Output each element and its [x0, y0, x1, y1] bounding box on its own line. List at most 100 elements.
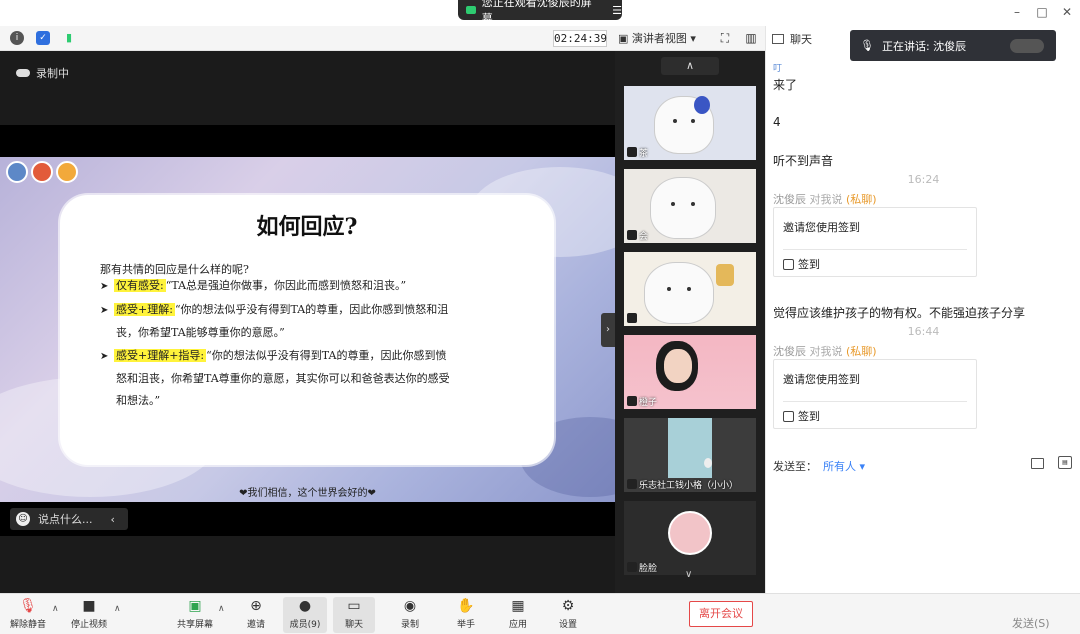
minimize-button[interactable]: – — [1008, 4, 1026, 20]
headphone-icon — [694, 96, 710, 114]
chevron-up-icon[interactable]: ∧ — [52, 604, 59, 614]
settings-button[interactable]: ⚙ 设置 — [550, 597, 586, 633]
active-speaker-toast: 🎙 正在讲话: 沈俊辰 — [850, 30, 1056, 61]
chat-message: 听不到声音 — [773, 154, 834, 168]
gear-icon: ⚙ — [561, 598, 575, 614]
quick-chat-placeholder: 说点什么... — [38, 513, 93, 526]
raise-hand-button[interactable]: ✋ 举手 — [448, 597, 484, 633]
add-user-icon: ⊕ — [250, 598, 262, 614]
muted-mic-icon — [627, 396, 637, 406]
sender-name: 沈俊辰 — [773, 193, 806, 206]
participant-tile[interactable]: 橙子 — [624, 335, 756, 409]
meeting-toolbar: 🎙 解除静音 ∧ ■ 停止视频 ∧ ▣ 共享屏幕 ∧ ⊕ 邀请 ● 成员(9) … — [0, 593, 1080, 634]
checkin-button[interactable]: 签到 — [783, 256, 820, 272]
fullscreen-icon[interactable]: ⛶ — [718, 31, 732, 45]
org-logo-2 — [31, 161, 53, 183]
chat-input[interactable] — [766, 478, 1080, 593]
muted-mic-icon — [627, 479, 637, 489]
chevron-up-icon[interactable]: ∧ — [114, 604, 121, 614]
participant-tile[interactable]: 乐志社工钱小格（小小） — [624, 418, 756, 492]
checkin-invite-card[interactable]: 邀请您使用签到 签到 — [773, 207, 977, 277]
bullet-text-cont: 丧，你希望TA能够尊重你的意愿。” — [116, 326, 285, 339]
signal-icon[interactable]: ▮ — [62, 31, 76, 45]
unmute-label: 解除静音 — [9, 620, 46, 630]
participant-tile[interactable]: 脸脸 — [624, 501, 756, 575]
participant-tile[interactable] — [624, 252, 756, 326]
sender-name: 沈俊辰 — [773, 345, 806, 358]
unmute-button[interactable]: 🎙 解除静音 — [6, 597, 50, 633]
stop-video-label: 停止视频 — [70, 620, 107, 630]
apps-label: 应用 — [508, 620, 527, 630]
close-button[interactable]: ✕ — [1058, 4, 1076, 20]
bunny-avatar — [644, 262, 714, 324]
gallery-scroll-down-icon[interactable]: ∨ — [685, 569, 692, 580]
gallery-scroll-up-button[interactable]: ∧ — [661, 57, 719, 75]
calendar-icon — [783, 258, 794, 270]
private-label: (私聊) — [846, 193, 877, 206]
slide-footer: ❤我们相信，这个世界会好的❤ — [239, 488, 376, 499]
share-screen-icon: ▣ — [188, 598, 202, 614]
view-mode-label: 演讲者视图 — [631, 32, 687, 45]
participant-tile[interactable]: 会 — [624, 169, 756, 243]
slide-bullet: ➤ 感受+理解+指导: “你的想法似乎没有得到TA的尊重，因此你感到愤 怒和沮丧，你… — [100, 345, 520, 412]
sidebar-toggle-icon[interactable]: ▥ — [744, 31, 758, 45]
chat-icon: ▭ — [347, 598, 361, 614]
main-video-stage: 录制中 如何回应? 那有共情的回应是什么样的呢? ➤ 仅有感受: “TA总是强迫你做… — [0, 51, 615, 593]
card-divider — [783, 401, 967, 402]
chat-timestamp: 16:24 — [907, 173, 940, 186]
checkin-button[interactable]: 签到 — [783, 408, 820, 424]
recipient-dropdown[interactable]: 所有人 ▾ — [823, 458, 865, 474]
send-to-label: 发送至： — [773, 460, 817, 473]
chevron-up-icon[interactable]: ∧ — [218, 604, 225, 614]
members-button[interactable]: ● 成员(9) — [283, 597, 327, 633]
quick-chat-input[interactable]: ☺ 说点什么... ‹ — [10, 508, 128, 530]
calendar-icon — [783, 410, 794, 422]
chat-message: 觉得应该维护孩子的物有权。不能强迫孩子分享 — [773, 306, 1026, 320]
participant-face — [664, 349, 692, 383]
view-mode-dropdown[interactable]: ▣ 演讲者视图 ▾ — [618, 30, 706, 47]
chat-label: 聊天 — [344, 620, 363, 630]
apps-icon: ▦ — [511, 598, 525, 614]
send-button[interactable]: 发送(S) — [1012, 615, 1050, 631]
screen-share-text: 您正在观看沈俊辰的屏幕 — [481, 0, 592, 25]
share-screen-label: 共享屏幕 — [176, 620, 213, 630]
file-icon[interactable] — [1031, 458, 1044, 469]
invite-button[interactable]: ⊕ 邀请 — [238, 597, 274, 633]
record-button[interactable]: ◉ 录制 — [392, 597, 428, 633]
participant-name: 乐志社工钱小格（小小） — [639, 481, 739, 491]
shield-icon[interactable]: ✓ — [36, 31, 50, 45]
leave-meeting-button[interactable]: 离开会议 — [689, 601, 753, 627]
collapse-gallery-handle[interactable]: › — [601, 313, 615, 347]
chat-message: 4 — [773, 115, 781, 129]
info-icon[interactable]: i — [10, 31, 24, 45]
members-icon: ● — [298, 598, 312, 614]
menu-icon[interactable]: ☰ — [612, 4, 622, 17]
arrow-icon: ➤ — [100, 351, 109, 362]
chevron-left-icon[interactable]: ‹ — [111, 513, 115, 526]
screen-share-notice[interactable]: 您正在观看沈俊辰的屏幕 ☰ — [458, 0, 622, 25]
stop-video-button[interactable]: ■ 停止视频 — [66, 597, 112, 633]
chat-title: 聊天 — [790, 32, 812, 46]
slide-content-card: 如何回应? 那有共情的回应是什么样的呢? ➤ 仅有感受: “TA总是强迫你做事，你因… — [60, 195, 554, 465]
chat-button[interactable]: ▭ 聊天 — [333, 597, 375, 633]
checkin-invite-card[interactable]: 邀请您使用签到 签到 — [773, 359, 977, 429]
participant-tile[interactable]: 茶 — [624, 86, 756, 160]
raise-hand-label: 举手 — [456, 620, 475, 630]
participant-avatar — [668, 511, 712, 555]
save-chat-icon[interactable]: ▤ — [1058, 456, 1072, 469]
title-bar: 您正在观看沈俊辰的屏幕 ☰ – □ ✕ — [0, 0, 1080, 26]
maximize-button[interactable]: □ — [1033, 4, 1051, 20]
share-screen-button[interactable]: ▣ 共享屏幕 — [174, 597, 216, 633]
record-icon: ◉ — [403, 598, 417, 614]
bunny-avatar — [650, 177, 716, 239]
private-message-header: 沈俊辰 对我说 (私聊) — [773, 343, 877, 359]
muted-mic-icon: 🎙 — [19, 598, 37, 614]
bullet-text: “你的想法似乎没有得到TA的尊重，因此你感到愤 — [206, 349, 447, 362]
emoji-icon[interactable]: ☺ — [16, 512, 30, 526]
paw-icon — [716, 264, 734, 286]
letterbox-top — [0, 125, 615, 157]
bullet-text-cont: 和想法。” — [116, 394, 161, 407]
participant-name: 茶 — [639, 149, 649, 159]
apps-button[interactable]: ▦ 应用 — [500, 597, 536, 633]
muted-mic-icon — [627, 313, 637, 323]
